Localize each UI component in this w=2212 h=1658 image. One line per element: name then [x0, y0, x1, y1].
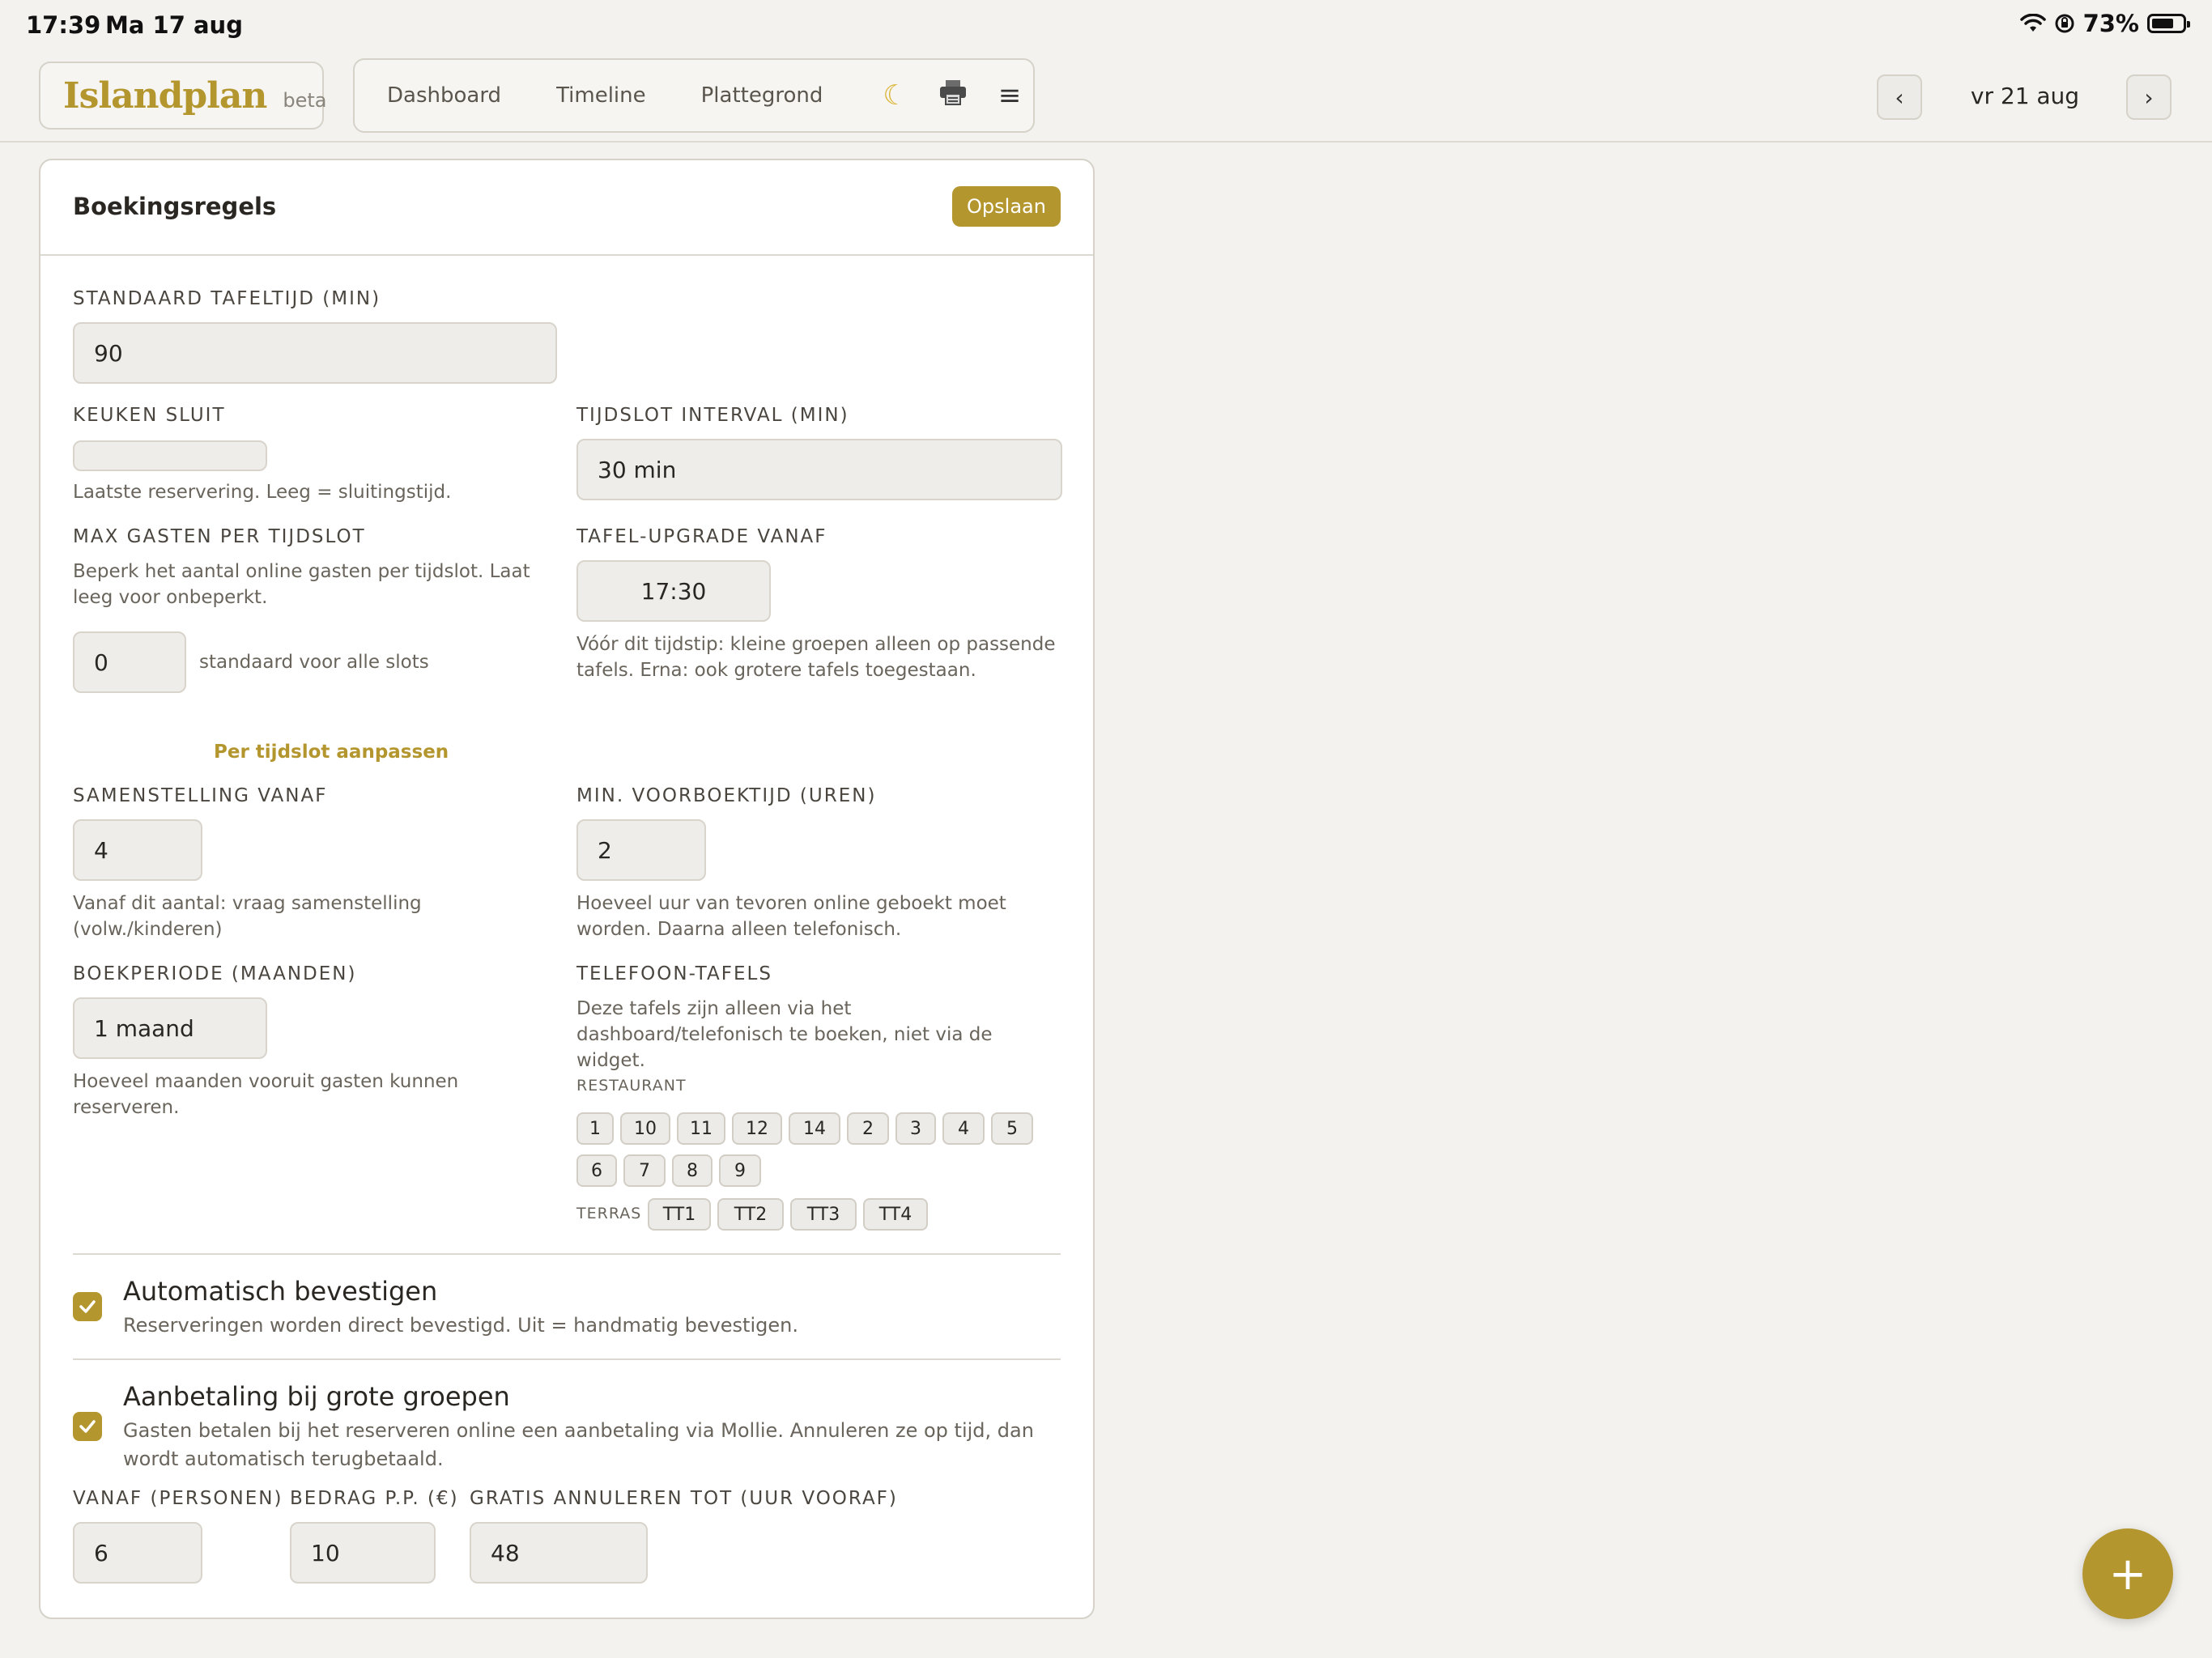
- section-divider: [73, 1253, 1061, 1255]
- standaard-tafeltijd-input[interactable]: 90: [73, 322, 557, 384]
- aanbetaling-help: Gasten betalen bij het reserveren online…: [123, 1419, 1034, 1470]
- table-chip[interactable]: TT1: [648, 1198, 711, 1231]
- keuken-sluit-input[interactable]: [73, 440, 267, 471]
- table-chip[interactable]: 7: [623, 1154, 666, 1187]
- logo-box[interactable]: Islandplan beta: [39, 62, 327, 130]
- app-header: Islandplan beta Dashboard Timeline Platt…: [0, 50, 2212, 142]
- boekperiode-select[interactable]: 1 maand: [73, 997, 267, 1059]
- card-title: Boekingsregels: [73, 193, 277, 220]
- keuken-sluit-label: KEUKEN SLUIT: [73, 405, 226, 426]
- standaard-tafeltijd-label: STANDAARD TAFELTIJD (MIN): [73, 288, 381, 309]
- section-divider: [73, 1358, 1061, 1360]
- status-bar: 17:39 Ma 17 aug 73%: [0, 0, 2212, 50]
- menu-icon[interactable]: ≡: [998, 79, 1022, 112]
- gratis-annuleren-input[interactable]: 48: [470, 1522, 648, 1584]
- samenstelling-help: Vanaf dit aantal: vraag samenstelling (v…: [73, 893, 422, 940]
- battery-icon: [2147, 14, 2190, 33]
- bedrag-pp-label: BEDRAG P.P. (€): [290, 1488, 459, 1509]
- table-chip[interactable]: 8: [672, 1154, 713, 1187]
- boekperiode-help: Hoeveel maanden vooruit gasten kunnen re…: [73, 1071, 459, 1118]
- telefoon-tafels-help: Deze tafels zijn alleen via het dashboar…: [576, 998, 993, 1071]
- table-chip[interactable]: 12: [732, 1112, 782, 1145]
- max-gasten-input[interactable]: 0: [73, 631, 186, 693]
- terras-label: TERRAS: [576, 1205, 642, 1222]
- table-chip[interactable]: 3: [895, 1112, 936, 1145]
- battery-percent: 73%: [2082, 10, 2139, 37]
- status-time: 17:39: [26, 11, 101, 39]
- moon-icon[interactable]: ☾: [883, 79, 907, 112]
- min-voorboektijd-help: Hoeveel uur van tevoren online geboekt m…: [576, 893, 1006, 940]
- table-chip[interactable]: 9: [719, 1154, 761, 1187]
- add-reservation-button[interactable]: +: [2082, 1528, 2173, 1619]
- restaurant-label: RESTAURANT: [576, 1077, 687, 1095]
- table-chip[interactable]: 5: [991, 1112, 1033, 1145]
- table-chip[interactable]: 11: [677, 1112, 725, 1145]
- table-chip[interactable]: TT3: [790, 1198, 857, 1231]
- table-chip[interactable]: TT2: [717, 1198, 784, 1231]
- checkmark-icon: [79, 1420, 96, 1433]
- table-chip[interactable]: 10: [620, 1112, 670, 1145]
- tafel-upgrade-input[interactable]: 17:30: [576, 560, 771, 622]
- table-chip[interactable]: 14: [789, 1112, 840, 1145]
- samenstelling-input[interactable]: 4: [73, 819, 202, 881]
- vanaf-personen-label: VANAF (PERSONEN): [73, 1488, 283, 1509]
- save-button[interactable]: Opslaan: [952, 186, 1061, 227]
- min-voorboektijd-label: MIN. VOORBOEKTIJD (UREN): [576, 785, 877, 806]
- samenstelling-label: SAMENSTELLING VANAF: [73, 785, 328, 806]
- table-chip[interactable]: TT4: [863, 1198, 928, 1231]
- per-tijdslot-link[interactable]: Per tijdslot aanpassen: [214, 742, 449, 763]
- tafel-upgrade-label: TAFEL-UPGRADE VANAF: [576, 526, 827, 547]
- nav-timeline[interactable]: Timeline: [556, 83, 646, 108]
- tijdslot-interval-select[interactable]: 30 min: [576, 439, 1062, 500]
- aanbetaling-checkbox[interactable]: [73, 1412, 102, 1441]
- auto-bevestigen-help: Reserveringen worden direct bevestigd. U…: [123, 1314, 798, 1337]
- table-chip[interactable]: 6: [576, 1154, 617, 1187]
- booking-rules-card: Boekingsregels Opslaan STANDAARD TAFELTI…: [39, 159, 1095, 1619]
- max-gasten-label: MAX GASTEN PER TIJDSLOT: [73, 526, 366, 547]
- status-date: Ma 17 aug: [105, 11, 243, 39]
- printer-icon[interactable]: [938, 79, 968, 113]
- table-chip[interactable]: 2: [847, 1112, 889, 1145]
- main-nav: Dashboard Timeline Plattegrond ☾ ≡: [353, 58, 1035, 133]
- tijdslot-interval-label: TIJDSLOT INTERVAL (MIN): [576, 405, 849, 426]
- table-chip[interactable]: 1: [576, 1112, 614, 1145]
- status-indicators: 73%: [2019, 10, 2190, 37]
- nav-dashboard[interactable]: Dashboard: [387, 83, 501, 108]
- aanbetaling-title: Aanbetaling bij grote groepen: [123, 1381, 510, 1412]
- max-gasten-suffix: standaard voor alle slots: [199, 652, 429, 673]
- beta-badge: beta: [283, 89, 327, 112]
- telefoon-tafels-label: TELEFOON-TAFELS: [576, 963, 772, 984]
- app-logo: Islandplan: [63, 74, 267, 117]
- auto-bevestigen-title: Automatisch bevestigen: [123, 1276, 438, 1307]
- table-chip[interactable]: 4: [942, 1112, 985, 1145]
- boekperiode-label: BOEKPERIODE (MAANDEN): [73, 963, 357, 984]
- min-voorboektijd-input[interactable]: 2: [576, 819, 706, 881]
- bedrag-pp-input[interactable]: 10: [290, 1522, 436, 1584]
- vanaf-personen-input[interactable]: 6: [73, 1522, 202, 1584]
- date-next-button[interactable]: ›: [2126, 74, 2172, 120]
- gratis-annuleren-label: GRATIS ANNULEREN TOT (UUR VOORAF): [470, 1488, 898, 1509]
- card-header: Boekingsregels Opslaan: [40, 160, 1093, 256]
- nav-plattegrond[interactable]: Plattegrond: [701, 83, 823, 108]
- tafel-upgrade-help: Vóór dit tijdstip: kleine groepen alleen…: [576, 634, 1056, 681]
- date-prev-button[interactable]: ‹: [1877, 74, 1922, 120]
- max-gasten-help: Beperk het aantal online gasten per tijd…: [73, 561, 530, 608]
- wifi-icon: [2019, 14, 2046, 32]
- auto-bevestigen-checkbox[interactable]: [73, 1292, 102, 1321]
- keuken-sluit-help: Laatste reservering. Leeg = sluitingstij…: [73, 482, 452, 503]
- checkmark-icon: [79, 1300, 96, 1313]
- orientation-lock-icon: [2055, 14, 2074, 33]
- current-date: vr 21 aug: [1970, 83, 2080, 109]
